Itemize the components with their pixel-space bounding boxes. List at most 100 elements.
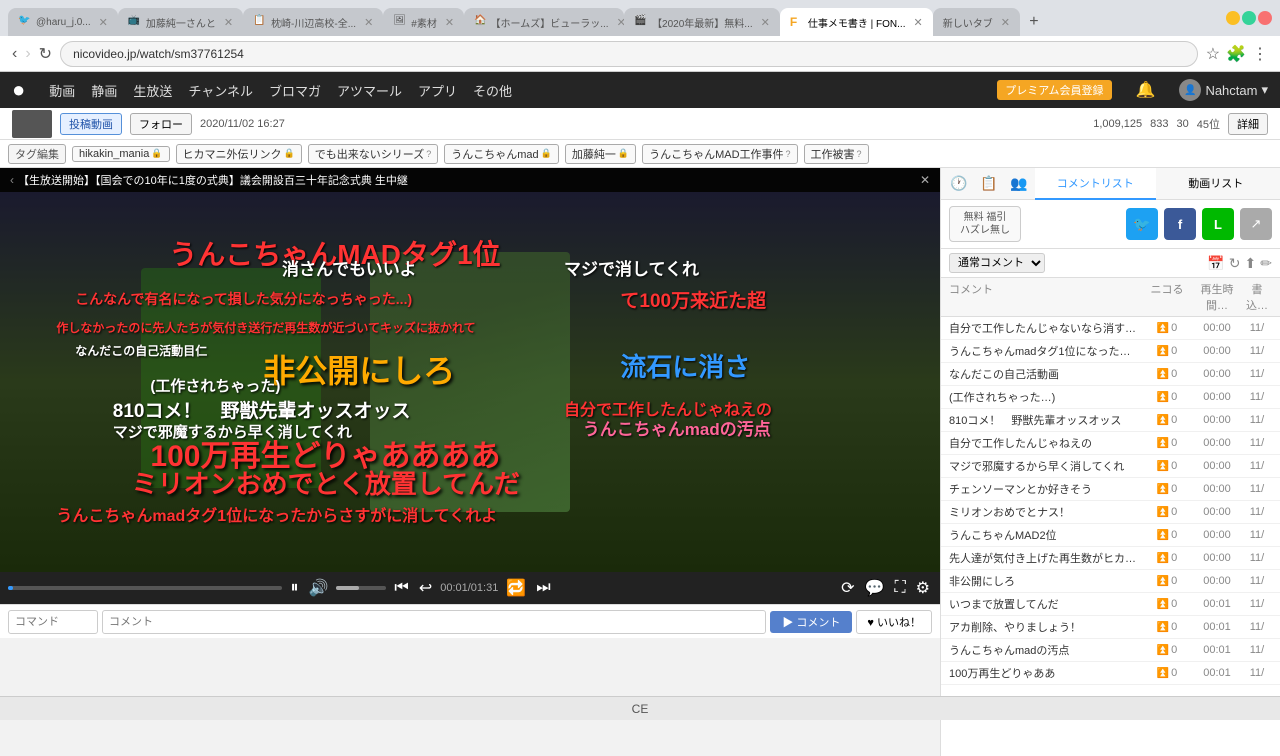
comment-filter-btn-calendar[interactable]: 📅 [1207,255,1224,272]
chat-button[interactable]: 💬 [863,576,887,600]
nav-blog[interactable]: ブロマガ [269,81,321,100]
comment-item[interactable]: うんこちゃんMAD2位 ⏫0 00:00 11/ [941,524,1280,547]
tag-1[interactable]: ヒカマニ外伝リンク 🔒 [176,144,302,164]
upload-video-button[interactable]: 投稿動画 [60,113,122,135]
extensions-button[interactable]: 🧩 [1226,44,1246,64]
tab-2[interactable]: 📋 枕崎-川辺高校-全... ✕ [243,8,383,36]
panel-list-icon[interactable]: 📋 [975,170,1003,198]
follow-button[interactable]: フォロー [130,113,192,135]
tab-0[interactable]: 🐦 @haru_j.0... ✕ [8,8,118,36]
comment-nico: ⏫0 [1142,552,1192,564]
progress-bar[interactable] [8,586,282,590]
premium-button[interactable]: プレミアム会員登録 [997,80,1111,100]
tab-1[interactable]: 📺 加藤純一さんと ✕ [118,8,243,36]
menu-button[interactable]: ⋮ [1252,44,1268,64]
minimize-button[interactable]: — [1226,11,1240,25]
like-button[interactable]: ♥ いいね！ [856,610,932,634]
panel-users-icon[interactable]: 👥 [1005,170,1033,198]
loop-button[interactable]: 🔁 [504,576,528,600]
maximize-button[interactable]: □ [1242,11,1256,25]
tag-6[interactable]: 工作被害 ? [804,144,869,164]
video-green-screen [141,268,321,488]
tab-5[interactable]: 🎬 【2020年最新】無料... ✕ [624,8,780,36]
tag-5[interactable]: うんこちゃんMAD工作事件 ? [642,144,797,164]
tab-close-4[interactable]: ✕ [617,16,625,29]
address-input[interactable]: nicovideo.jp/watch/sm37761254 [60,41,1198,67]
tab-7[interactable]: 新しいタブ ✕ [933,8,1020,36]
tag-edit-button[interactable]: タグ編集 [8,144,66,164]
comment-item[interactable]: 自分で工作したんじゃねえの ⏫0 00:00 11/ [941,432,1280,455]
comment-item[interactable]: いつまで放置してんだ ⏫0 00:01 11/ [941,593,1280,616]
comment-item[interactable]: 100万再生どりゃああ ⏫0 00:01 11/ [941,662,1280,685]
comment-filter-btn-up[interactable]: ⬆ [1245,255,1257,272]
notification-bell[interactable]: 🔔 [1136,80,1156,100]
tag-2[interactable]: でも出来ないシリーズ ? [308,144,438,164]
comment-item[interactable]: アカ削除、やりましょう！ ⏫0 00:01 11/ [941,616,1280,639]
comment-input[interactable] [102,610,766,634]
tab-close-0[interactable]: ✕ [99,16,108,29]
tab-4[interactable]: 🏠 【ホームズ】ビューラッ... ✕ [464,8,624,36]
tag-4[interactable]: 加藤純一 🔒 [565,144,636,164]
prev-button[interactable]: ⏮ [392,577,410,599]
comment-item[interactable]: ミリオンおめでとナス！ ⏫0 00:00 11/ [941,501,1280,524]
detail-button[interactable]: 詳細 [1228,113,1268,135]
tab-close-6[interactable]: ✕ [913,16,922,29]
new-tab-button[interactable]: + [1020,8,1048,36]
tab-close-5[interactable]: ✕ [761,16,770,29]
general-share-button[interactable]: ↗ [1240,208,1272,240]
nav-video[interactable]: 動画 [49,81,75,100]
comment-filter-select[interactable]: 通常コメント [949,253,1045,273]
comment-item[interactable]: マジで邪魔するから早く消してくれ ⏫0 00:00 11/ [941,455,1280,478]
rotate-button[interactable]: ⟳ [839,576,856,600]
panel-history-icon[interactable]: 🕐 [945,170,973,198]
tab-comment-list[interactable]: コメントリスト [1035,168,1156,200]
bookmark-button[interactable]: ☆ [1206,44,1220,64]
nav-more[interactable]: その他 [473,81,512,100]
tab-close-3[interactable]: ✕ [445,16,454,29]
comment-item[interactable]: (工作されちゃった…) ⏫0 00:00 11/ [941,386,1280,409]
nav-app[interactable]: アプリ [418,81,457,100]
nav-image[interactable]: 静画 [91,81,117,100]
nav-channel[interactable]: チャンネル [188,81,253,100]
tab-3[interactable]: 🖼 #素材 ✕ [383,8,464,36]
comment-item[interactable]: チェンソーマンとか好きそう ⏫0 00:00 11/ [941,478,1280,501]
line-share-button[interactable]: L [1202,208,1234,240]
back-button[interactable]: ‹ [12,45,17,63]
user-menu[interactable]: 👤 Nahctam ▾ [1179,79,1268,101]
fullscreen-button[interactable]: ⛶ [892,577,907,599]
fukidashi-button[interactable]: 無料 福引 ハズレ無し [949,206,1021,242]
volume-button[interactable]: 🔊 [306,576,330,600]
comment-item[interactable]: うんこちゃんmadの汚点 ⏫0 00:01 11/ [941,639,1280,662]
nav-live[interactable]: 生放送 [133,81,172,100]
comment-filter-btn-edit[interactable]: ✏ [1260,255,1272,272]
play-pause-button[interactable]: ⏸ [288,577,300,599]
comment-item[interactable]: うんこちゃんmadタグ1位になった… ⏫0 00:00 11/ [941,340,1280,363]
comment-item[interactable]: 先人達が気付き上げた再生数がヒカ… ⏫0 00:00 11/ [941,547,1280,570]
video-title-close[interactable]: ✕ [920,173,930,187]
settings-button[interactable]: ⚙ [914,576,932,600]
tab-close-1[interactable]: ✕ [224,16,233,29]
comment-item[interactable]: 非公開にしろ ⏫0 00:00 11/ [941,570,1280,593]
comment-item[interactable]: なんだこの自己活動画 ⏫0 00:00 11/ [941,363,1280,386]
twitter-share-button[interactable]: 🐦 [1126,208,1158,240]
close-window-button[interactable]: ✕ [1258,11,1272,25]
tab-close-7[interactable]: ✕ [1001,16,1010,29]
refresh-button[interactable]: ↻ [39,44,52,64]
tab-close-2[interactable]: ✕ [364,16,373,29]
comment-submit-button[interactable]: ▶ コメント [770,611,852,633]
tab-video-list[interactable]: 動画リスト [1156,168,1277,200]
next-button[interactable]: ⏭ [534,577,552,599]
forward-button[interactable]: › [25,45,30,63]
tab-6[interactable]: F 仕事メモ書き | FON... ✕ [780,8,933,36]
facebook-share-button[interactable]: f [1164,208,1196,240]
replay-button[interactable]: ↩ [417,576,434,600]
nav-atsumare[interactable]: アツマール [337,81,402,100]
comment-filter-btn-refresh[interactable]: ↻ [1229,255,1241,272]
tag-3[interactable]: うんこちゃんmad 🔒 [444,144,559,164]
command-input[interactable] [8,610,98,634]
video-title-bar: ‹ 【生放送開始】【国会での10年に1度の式典】議会開設百三十年記念式典 生中継… [0,168,940,192]
comment-item[interactable]: 自分で工作したんじゃないなら消す… ⏫0 00:00 11/ [941,317,1280,340]
comment-item[interactable]: 810コメ！ 野獣先輩オッスオッス ⏫0 00:00 11/ [941,409,1280,432]
tag-0[interactable]: hikakin_mania 🔒 [72,146,170,162]
volume-bar[interactable] [336,586,386,590]
